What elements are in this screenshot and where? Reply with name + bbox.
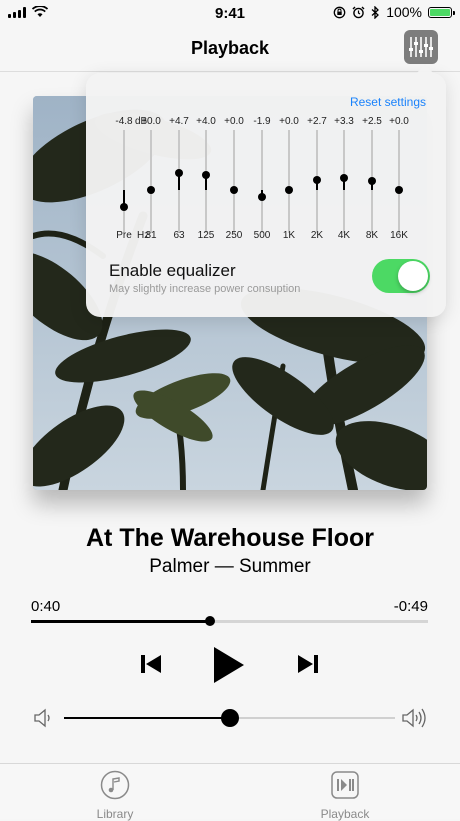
alarm-icon (352, 6, 365, 18)
eq-band-knob[interactable] (258, 192, 266, 201)
equalizer-popover: Reset settings -4.8 Pre +0.0 31 +4.7 63 +4.0 12… (86, 64, 446, 317)
rotation-lock-icon (333, 6, 346, 18)
next-track-button[interactable] (296, 653, 320, 675)
equalizer-button[interactable] (404, 30, 438, 64)
playback-icon (331, 771, 359, 799)
page-title: Playback (190, 38, 270, 58)
enable-equalizer-label: Enable equalizer (109, 261, 236, 280)
skip-forward-icon (298, 655, 318, 673)
status-bar: 9:41 100% (0, 0, 460, 26)
eq-band-track (288, 130, 290, 233)
eq-unit-hz: Hz (137, 230, 150, 241)
progress-filled (31, 620, 210, 623)
eq-band-knob[interactable] (313, 176, 321, 184)
volume-high-icon (402, 708, 426, 728)
track-title: At The Warehouse Floor (86, 524, 374, 552)
eq-unit-db: dB (135, 116, 148, 127)
playback-controls (0, 645, 460, 685)
tab-library[interactable]: Library (55, 770, 175, 821)
status-right: 100% (333, 4, 455, 20)
eq-band-knob[interactable] (175, 168, 183, 177)
navigation-bar: Playback (0, 26, 460, 72)
progress-handle[interactable] (204, 616, 215, 626)
play-icon (214, 647, 244, 683)
previous-track-button[interactable] (139, 653, 163, 675)
enable-equalizer-toggle[interactable] (372, 259, 430, 293)
volume-handle[interactable] (220, 709, 239, 727)
eq-band-knob[interactable] (368, 176, 376, 185)
eq-band-knob[interactable] (202, 171, 210, 180)
eq-band-knob[interactable] (285, 185, 293, 194)
skip-back-icon (141, 655, 161, 673)
battery-icon (428, 6, 455, 18)
eq-band-track (123, 130, 125, 233)
elapsed-time: 0:40 (31, 598, 61, 615)
eq-band-track (233, 130, 235, 233)
eq-band-track (261, 130, 263, 233)
eq-band-label: 16K (390, 230, 408, 241)
eq-band-knob[interactable] (120, 203, 128, 212)
volume-slider[interactable] (64, 709, 395, 727)
eq-band-knob[interactable] (230, 185, 238, 194)
eq-band-knob[interactable] (147, 185, 155, 194)
tab-playback-label: Playback (320, 807, 370, 821)
music-note-icon (100, 770, 130, 800)
eq-band-track (150, 130, 152, 233)
enable-equalizer-subtitle: May slightly increase power consuption (109, 283, 301, 295)
eq-band-value: +0.0 (389, 116, 409, 127)
battery-percent: 100% (386, 4, 422, 20)
progress-slider[interactable] (31, 616, 428, 626)
equalizer-icon (409, 37, 433, 57)
bluetooth-icon (371, 5, 380, 19)
eq-band-track (398, 130, 400, 233)
tab-library-label: Library (96, 807, 134, 821)
eq-band-knob[interactable] (395, 185, 403, 194)
volume-low-icon (34, 708, 50, 728)
reset-settings-link[interactable]: Reset settings (350, 95, 426, 109)
track-artist-album: Palmer — Summer (149, 556, 311, 577)
volume-filled (64, 717, 230, 719)
eq-band-knob[interactable] (340, 173, 348, 182)
toggle-thumb (398, 261, 428, 291)
tab-playback[interactable]: Playback (285, 770, 405, 821)
tab-bar: Library Playback (0, 763, 460, 821)
remaining-time: -0:49 (393, 598, 428, 615)
play-button[interactable] (212, 645, 246, 685)
